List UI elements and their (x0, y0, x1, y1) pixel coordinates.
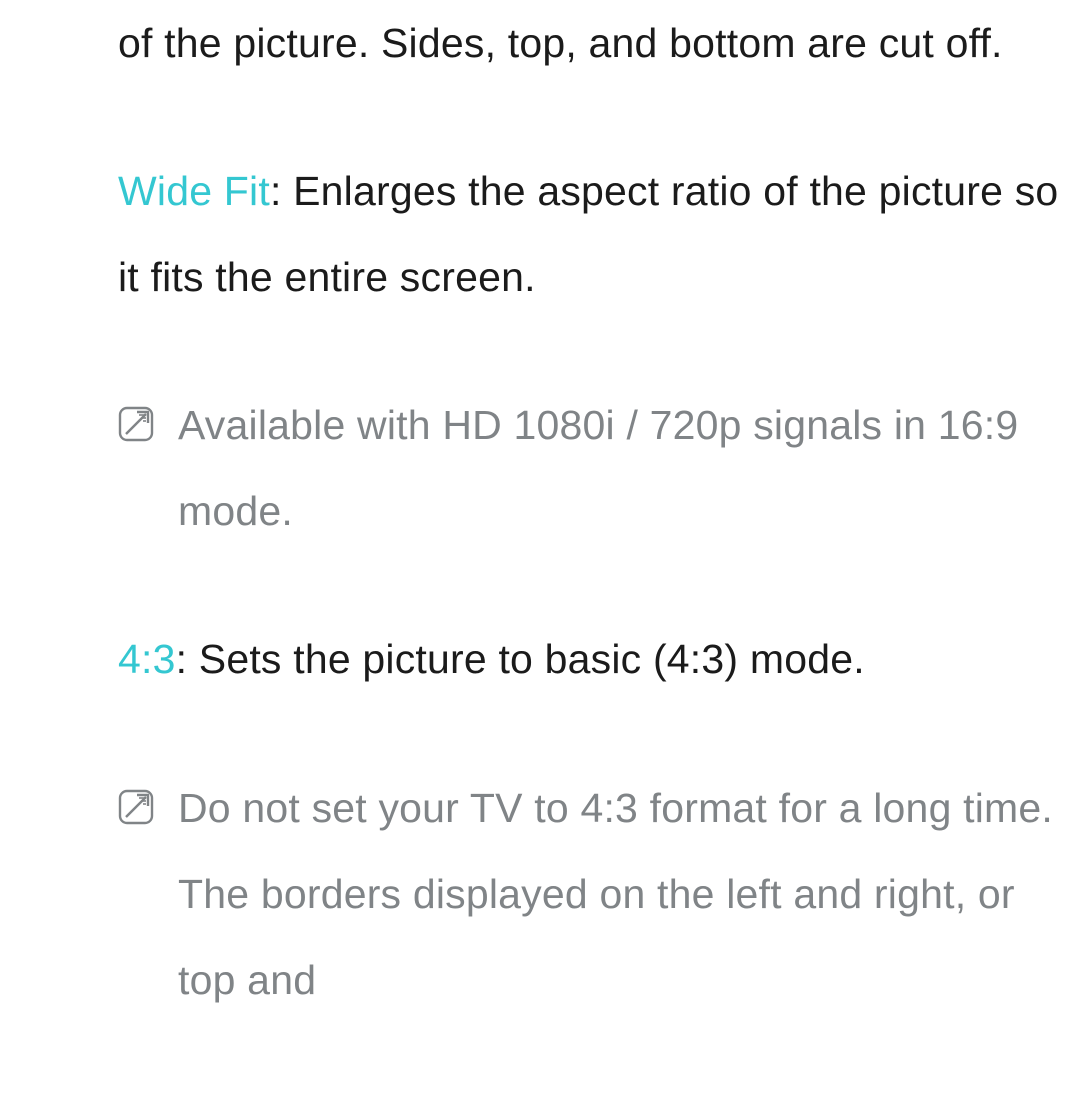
term-4-3: 4:3 (118, 636, 176, 682)
note-text: Do not set your TV to 4:3 format for a l… (178, 765, 1060, 1023)
note-hd-signals: Available with HD 1080i / 720p signals i… (118, 382, 1060, 554)
note-text: Available with HD 1080i / 720p signals i… (178, 382, 1060, 554)
desc-4-3: : Sets the picture to basic (4:3) mode. (176, 636, 865, 682)
body-text: of the picture. Sides, top, and bottom a… (118, 20, 1003, 66)
note-icon (118, 406, 154, 442)
term-wide-fit: Wide Fit (118, 168, 270, 214)
manual-page: of the picture. Sides, top, and bottom a… (0, 0, 1080, 1023)
note-4-3-warning: Do not set your TV to 4:3 format for a l… (118, 765, 1060, 1023)
paragraph-wide-fit: Wide Fit: Enlarges the aspect ratio of t… (118, 148, 1060, 320)
paragraph-previous-tail: of the picture. Sides, top, and bottom a… (118, 0, 1060, 86)
note-icon (118, 789, 154, 825)
paragraph-4-3: 4:3: Sets the picture to basic (4:3) mod… (118, 616, 1060, 702)
